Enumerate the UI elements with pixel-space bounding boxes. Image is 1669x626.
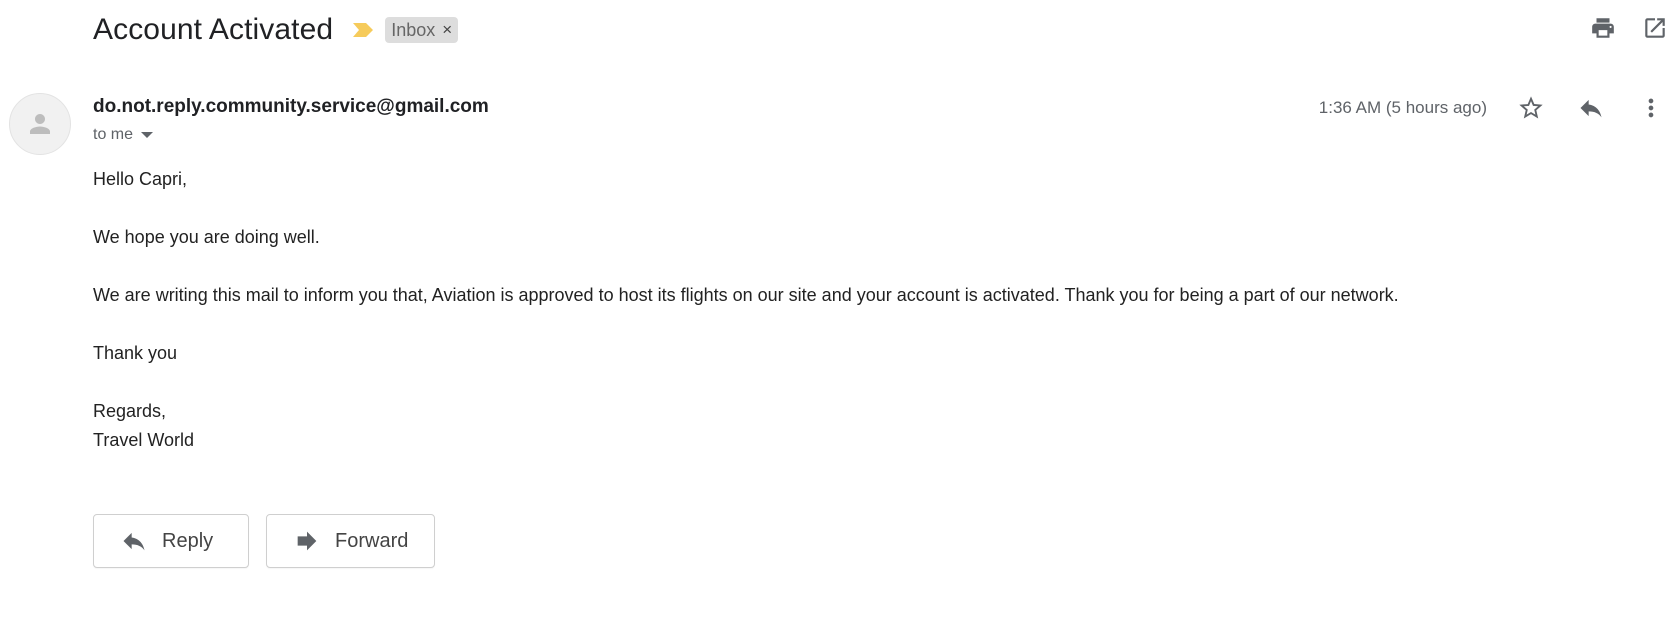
importance-marker-icon[interactable] — [351, 18, 375, 42]
thread-actions — [1565, 14, 1669, 42]
message-timestamp: 1:36 AM (5 hours ago) — [1318, 98, 1487, 117]
label-text: Inbox — [391, 19, 436, 40]
body-greeting: Hello Capri, — [93, 169, 188, 189]
message-meta: 1:36 AM (5 hours ago) — [1319, 90, 1669, 126]
recipient-label: to me — [93, 126, 134, 143]
sender-email[interactable]: do.not.reply.community.service@gmail.com — [93, 96, 489, 118]
open-in-new-window-icon[interactable] — [1641, 14, 1669, 42]
body-thanks: Thank you — [93, 343, 178, 363]
inbox-label-chip: Inbox × — [385, 17, 459, 43]
subject-row: Account Activated Inbox × — [93, 8, 459, 52]
email-body: Hello Capri, We hope you are doing well.… — [93, 165, 1399, 455]
forward-label: Forward — [335, 529, 409, 552]
reply-label: Reply — [162, 529, 214, 552]
body-line-2: We are writing this mail to inform you t… — [93, 285, 1399, 305]
email-subject: Account Activated — [93, 13, 334, 46]
star-icon[interactable] — [1513, 90, 1549, 126]
body-regards: Regards, — [93, 401, 167, 421]
chevron-down-icon[interactable] — [141, 132, 154, 138]
person-icon — [30, 114, 50, 134]
remove-label-button[interactable]: × — [442, 20, 452, 40]
reply-button[interactable]: Reply — [93, 514, 249, 568]
more-vertical-icon[interactable] — [1633, 90, 1669, 126]
sender-avatar — [9, 93, 71, 155]
recipient-details[interactable]: to me — [93, 126, 154, 144]
print-icon[interactable] — [1589, 14, 1617, 42]
body-signature: Travel World — [93, 430, 195, 450]
reply-icon — [120, 527, 148, 555]
forward-icon — [293, 527, 321, 555]
reply-icon[interactable] — [1573, 90, 1609, 126]
body-line-1: We hope you are doing well. — [93, 227, 320, 247]
forward-button[interactable]: Forward — [266, 514, 435, 568]
